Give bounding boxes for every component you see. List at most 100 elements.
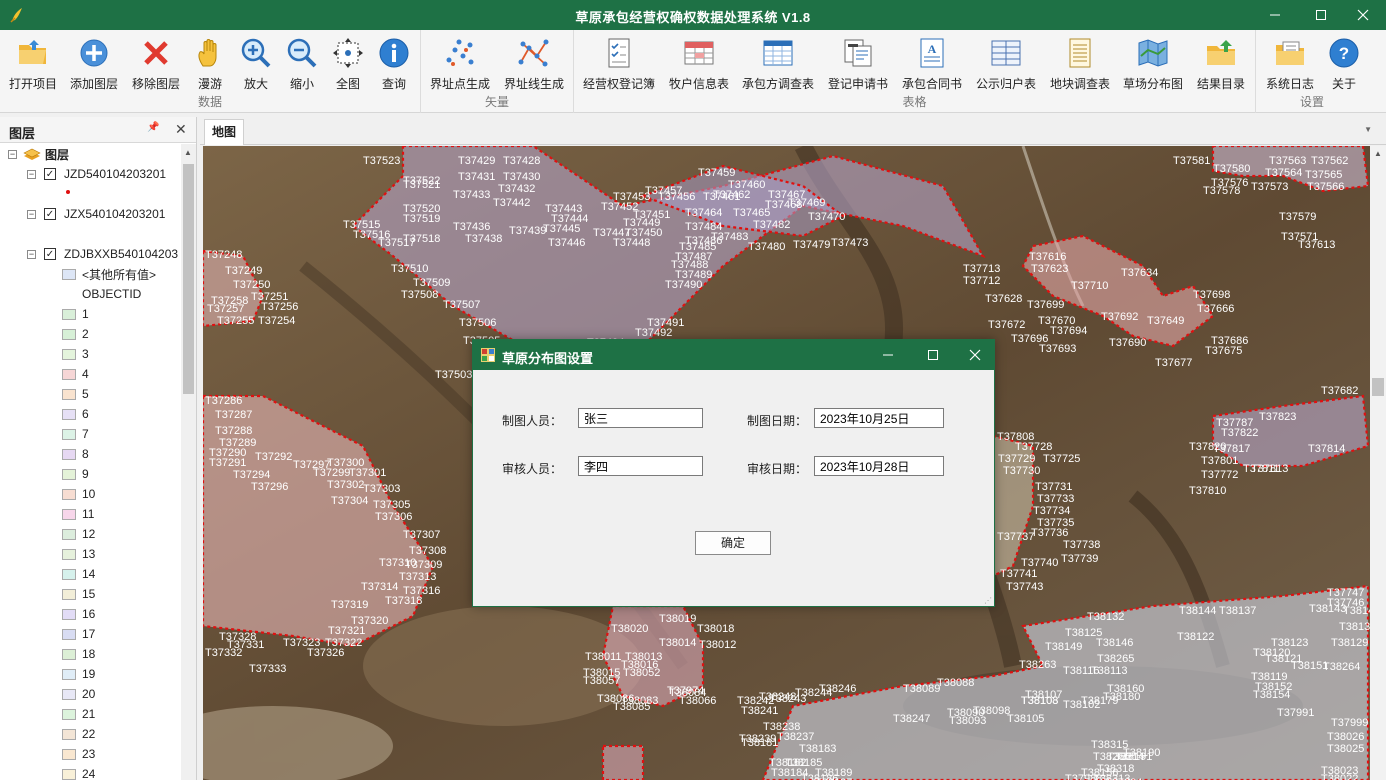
minimize-icon xyxy=(883,354,893,356)
pan-button[interactable]: 漫游 xyxy=(190,36,230,96)
open-project-button[interactable]: 打开项目 xyxy=(6,36,60,96)
result-folder-button[interactable]: 结果目录 xyxy=(1192,36,1250,96)
zoom-in-button[interactable]: 放大 xyxy=(236,36,276,96)
maximize-button[interactable] xyxy=(1298,0,1344,30)
add-layer-button[interactable]: 添加图层 xyxy=(66,36,122,96)
minimize-button[interactable] xyxy=(1252,0,1298,30)
pin-icon[interactable]: 📌 xyxy=(147,122,159,133)
reviewer-input[interactable] xyxy=(578,456,703,476)
collapse-toggle[interactable]: − xyxy=(8,149,17,159)
parcel-label: T38132 xyxy=(1087,611,1124,623)
close-window-button[interactable] xyxy=(1340,0,1386,30)
parcel-label: T37430 xyxy=(503,171,540,183)
scrollbar-thumb[interactable] xyxy=(183,164,194,394)
parcel-label: T37462 xyxy=(713,189,750,201)
scroll-up-icon[interactable]: ▲ xyxy=(1374,149,1382,158)
collapse-toggle[interactable]: − xyxy=(27,249,36,259)
remove-layer-button[interactable]: 移除图层 xyxy=(128,36,184,96)
parcel-label: T37450 xyxy=(625,227,662,239)
parcel-label: T37291 xyxy=(209,457,246,469)
legend-swatch xyxy=(62,468,76,480)
tab-dropdown-icon[interactable]: ▼ xyxy=(1364,125,1372,134)
about-button[interactable]: ? 关于 xyxy=(1324,36,1364,96)
query-button[interactable]: 查询 xyxy=(374,36,414,96)
parcel-label: T38018 xyxy=(697,623,734,635)
resize-grip-icon[interactable]: ⋰ xyxy=(984,596,992,605)
dialog-maximize-button[interactable] xyxy=(913,340,953,370)
parcel-label: T37991 xyxy=(1277,707,1314,719)
scroll-up-icon[interactable]: ▲ xyxy=(184,148,192,157)
layer-row-jzd[interactable]: − ✓ JZD540104203201 xyxy=(27,164,166,184)
group-caption-settings: 设置 xyxy=(1299,95,1324,109)
parcel-label: T38315 xyxy=(1091,739,1128,751)
parcel-label: T38146 xyxy=(1096,637,1133,649)
publicity-table-button[interactable]: 公示归户表 xyxy=(972,36,1040,96)
map-scroll-thumb[interactable] xyxy=(1372,378,1384,396)
survey-table-button[interactable]: 承包方调查表 xyxy=(738,36,818,96)
layer-visibility-checkbox[interactable]: ✓ xyxy=(44,248,56,260)
parcel-label: T37302 xyxy=(327,479,364,491)
parcel-label: T37566 xyxy=(1307,181,1344,193)
legend-item: 16 xyxy=(62,604,95,624)
map-date-input[interactable] xyxy=(814,408,944,428)
close-panel-button[interactable]: ✕ xyxy=(175,121,187,138)
parcel-label: T37613 xyxy=(1298,239,1335,251)
ok-button[interactable]: 确定 xyxy=(695,531,771,555)
parcel-label: T37737 xyxy=(997,531,1034,543)
parcel-label: T38020 xyxy=(611,623,648,635)
layer-row-zdjbxxb[interactable]: − ✓ ZDJBXXB540104203 xyxy=(27,244,178,264)
parcel-label: T38122 xyxy=(1177,631,1214,643)
parcel-label: T38083 xyxy=(621,695,658,707)
plot-survey-button[interactable]: 地块调查表 xyxy=(1046,36,1114,96)
zoom-out-button[interactable]: 缩小 xyxy=(282,36,322,96)
parcel-label: T37301 xyxy=(349,467,386,479)
layer-name: JZX540104203201 xyxy=(64,207,166,221)
legend-label: 10 xyxy=(82,487,96,501)
legend-label: 17 xyxy=(82,627,96,641)
parcel-label: T37306 xyxy=(375,511,412,523)
map-settings-dialog: 草原分布图设置 制图人员： 制图日期： 审核人员： 审核日期： 确定 ⋰ xyxy=(472,339,995,607)
legend-item: 4 xyxy=(62,364,89,384)
layers-scrollbar[interactable]: ▲ xyxy=(181,144,196,780)
application-doc-button[interactable]: 登记申请书 xyxy=(824,36,892,96)
parcel-label: T38014 xyxy=(659,637,696,649)
parcel-label: T37432 xyxy=(498,183,535,195)
parcel-label: T37249 xyxy=(225,265,262,277)
herder-table-button[interactable]: 牧户信息表 xyxy=(666,36,732,96)
parcel-label: T37743 xyxy=(1006,581,1043,593)
register-book-button[interactable]: 经营权登记簿 xyxy=(578,36,660,96)
parcel-label: T37682 xyxy=(1321,385,1358,397)
legend-item: 14 xyxy=(62,564,95,584)
parcel-label: T37580 xyxy=(1213,163,1250,175)
contract-doc-button[interactable]: A 承包合同书 xyxy=(898,36,966,96)
dialog-close-button[interactable] xyxy=(955,340,995,370)
legend-swatch xyxy=(62,668,76,680)
parcel-label: T38248 xyxy=(759,691,796,703)
legend-swatch xyxy=(62,608,76,620)
review-date-input[interactable] xyxy=(814,456,944,476)
layer-row-jzx[interactable]: − ✓ JZX540104203201 xyxy=(27,204,165,224)
collapse-toggle[interactable]: − xyxy=(27,169,36,179)
legend-label: 22 xyxy=(82,727,96,741)
collapse-toggle[interactable]: − xyxy=(27,209,36,219)
layer-visibility-checkbox[interactable]: ✓ xyxy=(44,168,56,180)
parcel-label: T38120 xyxy=(1253,647,1290,659)
parcel-label: T37741 xyxy=(1000,568,1037,580)
system-log-button[interactable]: 系统日志 xyxy=(1262,36,1318,96)
parcel-label: T37649 xyxy=(1147,315,1184,327)
parcel-label: T37428 xyxy=(503,155,540,167)
legend-item: 7 xyxy=(62,424,89,444)
map-scrollbar[interactable]: ▲ xyxy=(1370,146,1386,780)
layer-visibility-checkbox[interactable]: ✓ xyxy=(44,208,56,220)
dialog-minimize-button[interactable] xyxy=(868,340,908,370)
parcel-label: T37451 xyxy=(633,209,670,221)
query-label: 查询 xyxy=(381,77,406,91)
pasture-map-button[interactable]: 草场分布图 xyxy=(1120,36,1186,96)
mapper-input[interactable] xyxy=(578,408,703,428)
maximize-icon xyxy=(1316,10,1326,20)
parcel-label: T37690 xyxy=(1109,337,1146,349)
tab-map[interactable]: 地图 xyxy=(204,119,244,145)
boundary-points-button[interactable]: 界址点生成 xyxy=(427,36,493,96)
full-extent-button[interactable]: 全图 xyxy=(328,36,368,96)
boundary-lines-button[interactable]: 界址线生成 xyxy=(501,36,567,96)
